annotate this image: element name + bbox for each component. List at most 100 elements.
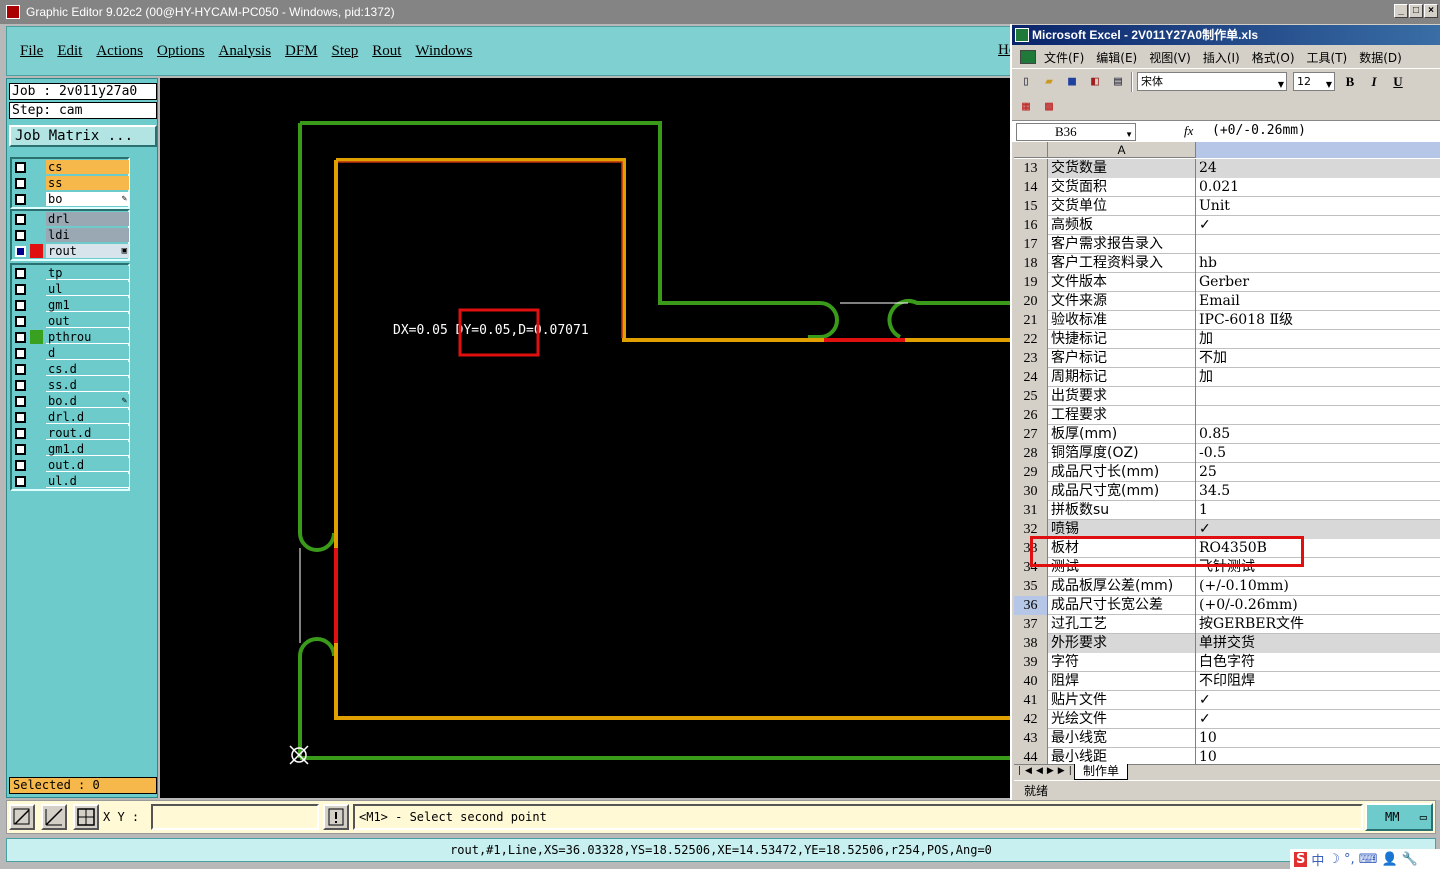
row-number[interactable]: 16 bbox=[1014, 216, 1048, 235]
minimize-button[interactable]: _ bbox=[1394, 4, 1408, 18]
cell-label[interactable]: 出货要求 bbox=[1048, 387, 1196, 406]
column-b-header[interactable] bbox=[1196, 142, 1440, 158]
cell-label[interactable]: 客户标记 bbox=[1048, 349, 1196, 368]
cell-label[interactable]: 文件来源 bbox=[1048, 292, 1196, 311]
cell-value[interactable]: 24 bbox=[1196, 159, 1440, 178]
layer-row[interactable]: ul bbox=[12, 281, 129, 297]
row-number[interactable]: 25 bbox=[1014, 387, 1048, 406]
layer-color-swatch[interactable] bbox=[30, 474, 43, 488]
graphic-canvas[interactable]: DX=0.05 DY=0.05,D=0.07071 bbox=[160, 78, 1010, 798]
layer-name[interactable]: gm1 bbox=[46, 298, 129, 312]
row-number[interactable]: 15 bbox=[1014, 197, 1048, 216]
layer-row[interactable]: cs bbox=[12, 159, 129, 175]
layer-name[interactable]: rout.d bbox=[46, 426, 129, 440]
sheet-nav-arrows[interactable]: |◀◀▶▶| bbox=[1018, 766, 1076, 776]
row-number[interactable]: 21 bbox=[1014, 311, 1048, 330]
column-a-header[interactable]: A bbox=[1048, 142, 1196, 158]
layer-checkbox[interactable] bbox=[15, 193, 26, 205]
row-number[interactable]: 23 bbox=[1014, 349, 1048, 368]
layer-color-swatch[interactable] bbox=[30, 244, 43, 258]
layer-checkbox[interactable] bbox=[15, 299, 26, 311]
layer-checkbox[interactable] bbox=[15, 177, 26, 189]
row-number[interactable]: 38 bbox=[1014, 634, 1048, 653]
layer-row[interactable]: out.d bbox=[12, 457, 129, 473]
open-folder-icon[interactable]: ▰ bbox=[1040, 73, 1058, 91]
size-dropdown-icon[interactable]: ▼ bbox=[1326, 76, 1332, 93]
layer-row[interactable]: pthrou bbox=[12, 329, 129, 345]
layer-checkbox[interactable] bbox=[15, 379, 26, 391]
layer-name[interactable]: pthrou bbox=[46, 330, 129, 344]
xl-menu-file[interactable]: 文件(F) bbox=[1044, 49, 1084, 66]
row-number[interactable]: 39 bbox=[1014, 653, 1048, 672]
row-number[interactable]: 28 bbox=[1014, 444, 1048, 463]
cell-value[interactable]: 10 bbox=[1196, 748, 1440, 764]
cell-label[interactable]: 外形要求 bbox=[1048, 634, 1196, 653]
cell-value[interactable] bbox=[1196, 387, 1440, 406]
xl-menu-format[interactable]: 格式(O) bbox=[1252, 49, 1295, 66]
ime-chinese-icon[interactable]: 中 bbox=[1311, 850, 1324, 869]
layer-name[interactable]: ul bbox=[46, 282, 129, 296]
layer-checkbox[interactable] bbox=[15, 229, 26, 241]
layer-checkbox[interactable] bbox=[15, 459, 26, 471]
cell-value[interactable]: 不加 bbox=[1196, 349, 1440, 368]
cell-value[interactable]: 10 bbox=[1196, 729, 1440, 748]
cell-value[interactable]: Unit bbox=[1196, 197, 1440, 216]
layer-color-swatch[interactable] bbox=[30, 330, 43, 344]
row-number[interactable]: 43 bbox=[1014, 729, 1048, 748]
layer-name[interactable]: ldi bbox=[46, 228, 129, 242]
units-selector[interactable]: MM ▭ bbox=[1365, 803, 1433, 831]
job-matrix-button[interactable]: Job Matrix ... bbox=[9, 125, 157, 147]
cell-label[interactable]: 客户需求报告录入 bbox=[1048, 235, 1196, 254]
workbook-icon[interactable] bbox=[1020, 50, 1036, 64]
cell-value[interactable]: 加 bbox=[1196, 330, 1440, 349]
row-number[interactable]: 41 bbox=[1014, 691, 1048, 710]
cell-value[interactable]: ✓ bbox=[1196, 216, 1440, 235]
layer-name[interactable]: ss.d bbox=[46, 378, 129, 392]
cell-label[interactable]: 字符 bbox=[1048, 653, 1196, 672]
layer-color-swatch[interactable] bbox=[30, 228, 43, 242]
layer-row[interactable]: ss bbox=[12, 175, 129, 191]
cell-label[interactable]: 交货单位 bbox=[1048, 197, 1196, 216]
cell-value[interactable]: 加 bbox=[1196, 368, 1440, 387]
layer-color-swatch[interactable] bbox=[30, 458, 43, 472]
keyboard-icon[interactable]: ⌨ bbox=[1359, 852, 1378, 867]
cell-value[interactable]: 0.85 bbox=[1196, 425, 1440, 444]
layer-checkbox[interactable] bbox=[15, 475, 26, 487]
menu-file[interactable]: File bbox=[20, 43, 43, 60]
xl-menu-edit[interactable]: 编辑(E) bbox=[1096, 49, 1137, 66]
cell-label[interactable]: 板厚(mm) bbox=[1048, 425, 1196, 444]
xl-menu-tools[interactable]: 工具(T) bbox=[1307, 49, 1348, 66]
cell-label[interactable]: 成品尺寸宽(mm) bbox=[1048, 482, 1196, 501]
layer-color-swatch[interactable] bbox=[30, 378, 43, 392]
layer-row[interactable]: cs.d bbox=[12, 361, 129, 377]
layer-row[interactable]: drl bbox=[12, 211, 129, 227]
layer-color-swatch[interactable] bbox=[30, 160, 43, 174]
fx-icon[interactable]: fx bbox=[1184, 123, 1193, 139]
layer-checkbox[interactable] bbox=[15, 443, 26, 455]
layer-name[interactable]: bo ✎ bbox=[46, 192, 129, 206]
cell-value[interactable]: (+0/-0.26mm) bbox=[1196, 596, 1440, 615]
xy-input[interactable] bbox=[151, 804, 319, 830]
print-icon[interactable]: ▤ bbox=[1109, 73, 1127, 91]
layer-checkbox[interactable] bbox=[15, 363, 26, 375]
pdf-options-icon[interactable]: ▩ bbox=[1040, 98, 1058, 116]
layer-row[interactable]: rout.d bbox=[12, 425, 129, 441]
layer-color-swatch[interactable] bbox=[30, 362, 43, 376]
layer-color-swatch[interactable] bbox=[30, 266, 43, 280]
layer-name[interactable]: out bbox=[46, 314, 129, 328]
spreadsheet-grid[interactable]: A 13 交货数量 24 14 交货面积 0.021 15 交货单位 Unit 16 高频板 ✓ 17 客… bbox=[1014, 142, 1440, 764]
cell-value[interactable]: IPC-6018 Ⅱ级 bbox=[1196, 311, 1440, 330]
row-number[interactable]: 24 bbox=[1014, 368, 1048, 387]
xl-menu-view[interactable]: 视图(V) bbox=[1149, 49, 1191, 66]
cell-value[interactable] bbox=[1196, 406, 1440, 425]
save-icon[interactable]: ■ bbox=[1063, 73, 1081, 91]
menu-edit[interactable]: Edit bbox=[57, 43, 82, 60]
layer-name[interactable]: gm1.d bbox=[46, 442, 129, 456]
cell-label[interactable]: 交货数量 bbox=[1048, 159, 1196, 178]
cell-value[interactable]: 按GERBER文件 bbox=[1196, 615, 1440, 634]
cell-value[interactable]: Email bbox=[1196, 292, 1440, 311]
underline-button[interactable]: U bbox=[1389, 73, 1407, 91]
ime-moon-icon[interactable]: ☽ bbox=[1328, 852, 1340, 867]
layer-checkbox[interactable] bbox=[15, 283, 26, 295]
namebox-dropdown-icon[interactable]: ▼ bbox=[1125, 127, 1133, 143]
